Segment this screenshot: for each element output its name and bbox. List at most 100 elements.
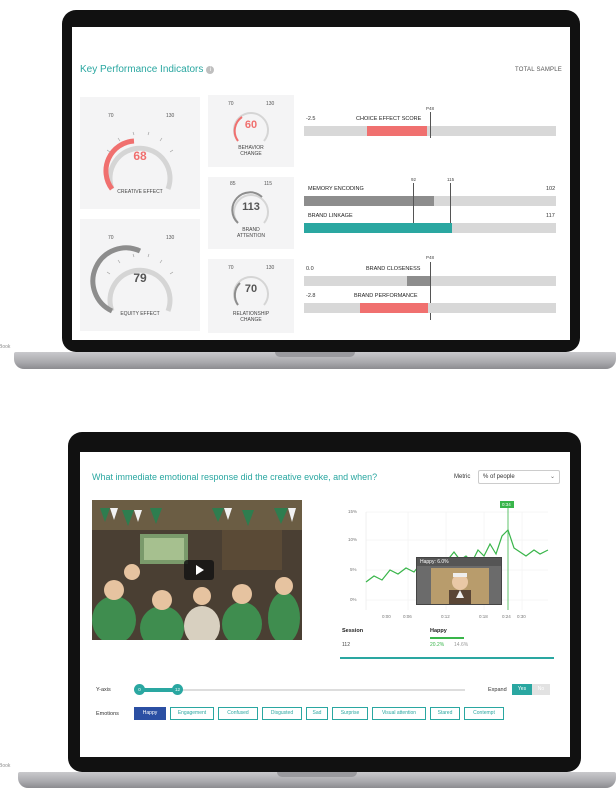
chip-happy[interactable]: Happy xyxy=(134,707,166,720)
kpi-title-text: Key Performance Indicators xyxy=(80,64,204,75)
memory-label: MEMORY ENCODING xyxy=(308,186,364,192)
closeness-num: 0.0 xyxy=(306,266,314,272)
behavior-label: BEHAVIOR CHANGE xyxy=(238,145,264,157)
chip-engagement[interactable]: Engagement xyxy=(170,707,214,720)
linkage-fill xyxy=(304,223,452,233)
laptop-model-label: MacBook Pro xyxy=(0,344,11,350)
equity-min: 70 xyxy=(108,235,114,241)
range-slider-start-handle[interactable]: 0 xyxy=(134,684,145,695)
relationship-min: 70 xyxy=(228,265,234,271)
tooltip-text: Happy: 6.0% xyxy=(417,558,501,566)
laptop-notch xyxy=(277,772,357,777)
performance-label: BRAND PERFORMANCE xyxy=(354,293,418,299)
choice-label: CHOICE EFFECT SCORE xyxy=(356,116,422,122)
brand-attention-max: 115 xyxy=(264,181,272,187)
brand-attention-label: BRAND ATTENTION xyxy=(237,227,265,239)
linkage-label: BRAND LINKAGE xyxy=(308,213,353,219)
chip-confused[interactable]: Confused xyxy=(218,707,258,720)
brand-attention-card: 85 115 113 BRAND ATTENTION xyxy=(208,177,294,249)
question-title: What immediate emotional response did th… xyxy=(92,472,378,482)
equity-label: EQUITY EFFECT xyxy=(120,311,160,317)
memory-m2: 115 xyxy=(447,177,455,182)
performance-track xyxy=(304,303,556,313)
relationship-label: RELATIONSHIP CHANGE xyxy=(232,311,270,323)
chip-disgusted[interactable]: Disgusted xyxy=(262,707,302,720)
kpi-title: Key Performance Indicators i xyxy=(80,64,215,75)
creative-label: CREATIVE EFFECT xyxy=(117,189,163,195)
brand-attention-min: 85 xyxy=(230,181,236,187)
chip-sad[interactable]: Sad xyxy=(306,707,328,720)
session-value: 112 xyxy=(342,642,350,648)
memory-value: 102 xyxy=(546,186,556,192)
laptop-model-label: MacBook Pro xyxy=(0,763,11,769)
equity-effect-card: 70 130 79 EQUITY EFFECT xyxy=(80,219,200,331)
play-icon[interactable] xyxy=(184,560,214,580)
total-sample-label[interactable]: TOTAL SAMPLE xyxy=(515,67,562,73)
performance-num: -2.8 xyxy=(306,293,316,299)
emotion-screen: What immediate emotional response did th… xyxy=(80,452,570,757)
choice-marker: P48 xyxy=(426,106,435,111)
creative-effect-card: 70 130 68 CREATIVE EFFECT xyxy=(80,97,200,209)
x-tick-1: 0:00 xyxy=(382,614,391,619)
happy-header: Happy xyxy=(430,628,447,634)
closeness-fill xyxy=(407,276,430,286)
emotions-label: Emotions xyxy=(96,711,119,717)
behavior-change-card: 70 130 60 BEHAVIOR CHANGE xyxy=(208,95,294,167)
metric-label: Metric xyxy=(454,474,471,480)
laptop-base xyxy=(18,772,616,788)
linkage-value: 117 xyxy=(546,213,555,219)
metric-value: % of people xyxy=(483,474,515,480)
creative-value: 68 xyxy=(133,149,147,163)
laptop-base xyxy=(14,352,616,369)
chip-stared[interactable]: Stared xyxy=(430,707,460,720)
y-tick-0: 0% xyxy=(350,597,357,602)
chip-visual-attention[interactable]: Visual attention xyxy=(372,707,426,720)
x-tick-5: 0:24 xyxy=(502,614,511,619)
equity-max: 130 xyxy=(166,235,175,241)
chevron-down-icon: ⌄ xyxy=(549,474,555,480)
divider xyxy=(340,657,554,659)
creative-max: 130 xyxy=(166,113,175,119)
info-icon[interactable]: i xyxy=(206,66,215,74)
relationship-value: 70 xyxy=(244,283,258,295)
behavior-min: 70 xyxy=(228,101,234,107)
performance-fill xyxy=(360,303,428,313)
x-tick-4: 0:18 xyxy=(479,614,488,619)
range-slider-end-handle[interactable]: 12 xyxy=(172,684,183,695)
range-slider-track[interactable] xyxy=(140,689,465,691)
laptop-notch xyxy=(275,352,355,357)
expand-yes-toggle[interactable]: Yes xyxy=(512,684,532,695)
time-badge: 0:34 xyxy=(502,502,511,507)
session-header: Session xyxy=(342,628,364,634)
chip-surprise[interactable]: Surprise xyxy=(332,707,368,720)
chip-contempt[interactable]: Contempt xyxy=(464,707,504,720)
happy-indicator xyxy=(430,637,464,639)
memory-m1: 92 xyxy=(411,177,417,182)
axis-range-label: Y-axis xyxy=(96,687,111,693)
tooltip-frame-illustration xyxy=(431,568,489,604)
brand-attention-value: 113 xyxy=(242,201,260,213)
kpi-screen: Key Performance Indicators i TOTAL SAMPLE… xyxy=(72,27,570,340)
choice-ref-line xyxy=(430,112,431,138)
x-tick-6: 0:30 xyxy=(517,614,526,619)
happy-value: 20.2% xyxy=(430,642,445,648)
memory-fill xyxy=(304,196,434,206)
x-tick-2: 0:06 xyxy=(403,614,412,619)
relationship-change-card: 70 130 70 RELATIONSHIP CHANGE xyxy=(208,259,294,333)
y-tick-10: 10% xyxy=(348,537,358,542)
y-tick-5: 5% xyxy=(350,567,357,572)
relationship-max: 130 xyxy=(266,265,275,271)
metric-select[interactable]: % of people ⌄ xyxy=(478,470,560,484)
y-tick-15: 15% xyxy=(348,509,358,514)
choice-num: -2.5 xyxy=(306,116,316,122)
behavior-value: 60 xyxy=(244,119,258,131)
closeness-label: BRAND CLOSENESS xyxy=(366,266,421,272)
video-player[interactable] xyxy=(92,500,302,640)
closeness-marker: P48 xyxy=(426,255,435,260)
choice-fill xyxy=(367,126,427,136)
expand-no-toggle[interactable]: No xyxy=(532,684,550,695)
x-tick-3: 0:12 xyxy=(441,614,450,619)
tooltip-frame xyxy=(431,568,489,604)
behavior-max: 130 xyxy=(266,101,275,107)
happy-sub-value: 14.6% xyxy=(454,642,469,648)
